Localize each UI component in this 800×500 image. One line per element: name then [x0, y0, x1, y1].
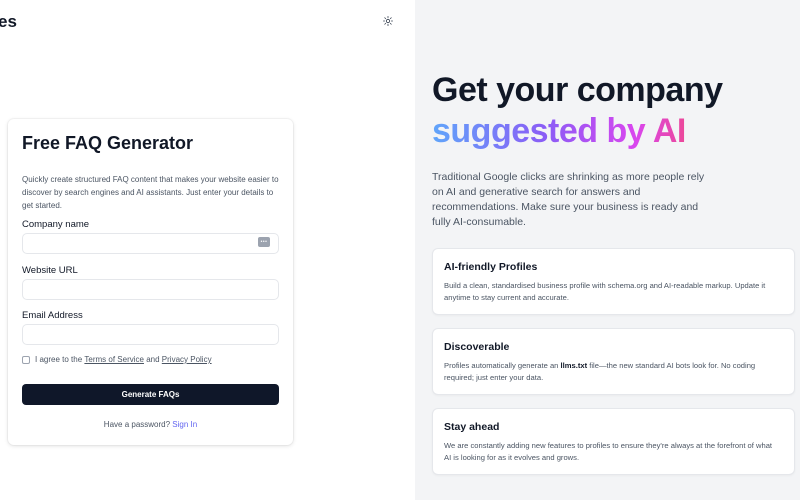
terms-checkbox[interactable] [22, 355, 30, 364]
feature-card-ai-friendly-profiles: AI-friendly Profiles Build a clean, stan… [432, 248, 795, 315]
terms-agreement: I agree to the Terms of Service and Priv… [22, 355, 212, 364]
feature-card-stay-ahead: Stay ahead We are constantly adding new … [432, 408, 795, 475]
llms-txt-bold: llms.txt [560, 361, 588, 370]
feature-title: Stay ahead [444, 421, 500, 433]
agree-prefix: I agree to the [35, 355, 83, 364]
hero-heading-line2: suggested by AI [432, 112, 686, 150]
website-url-input[interactable] [22, 279, 279, 300]
feature-description: Build a clean, standardised business pro… [444, 281, 766, 302]
right-panel: Get your company suggested by AI Traditi… [415, 0, 800, 500]
terms-of-service-link[interactable]: Terms of Service [84, 355, 144, 364]
signin-prompt: Have a password? Sign In [8, 420, 293, 429]
faq-form-card: Free FAQ Generator Quickly create struct… [8, 119, 293, 445]
hero-heading-line1: Get your company [432, 71, 723, 109]
email-address-label: Email Address [22, 310, 83, 321]
company-name-input[interactable] [22, 233, 279, 254]
form-title: Free FAQ Generator [22, 133, 194, 153]
sun-icon [383, 16, 393, 26]
feature-description-before: Profiles automatically generate an [444, 361, 559, 370]
signin-prompt-text: Have a password? [103, 420, 171, 429]
email-address-input[interactable] [22, 324, 279, 345]
website-url-label: Website URL [22, 265, 78, 276]
sign-in-link[interactable]: Sign In [172, 420, 197, 429]
theme-toggle-button[interactable] [380, 13, 396, 29]
feature-title: Discoverable [444, 341, 510, 353]
dots-icon: ••• [260, 239, 268, 245]
feature-card-discoverable: Discoverable Profiles automatically gene… [432, 328, 795, 395]
feature-description: Profiles automatically generate an llms.… [444, 360, 779, 384]
hero-description: Traditional Google clicks are shrinking … [432, 171, 705, 228]
feature-title: AI-friendly Profiles [444, 261, 538, 273]
privacy-policy-link[interactable]: Privacy Policy [162, 355, 212, 364]
feature-description: We are constantly adding new features to… [444, 441, 773, 462]
generate-faqs-button[interactable]: Generate FAQs [22, 384, 279, 405]
form-description: Quickly create structured FAQ content th… [22, 175, 279, 210]
password-manager-button[interactable]: ••• [258, 237, 270, 247]
agree-and: and [146, 355, 160, 364]
company-name-label: Company name [22, 219, 90, 230]
left-panel: es Free FAQ Generator Quickly create str… [0, 0, 415, 500]
logo-text[interactable]: es [0, 12, 17, 32]
